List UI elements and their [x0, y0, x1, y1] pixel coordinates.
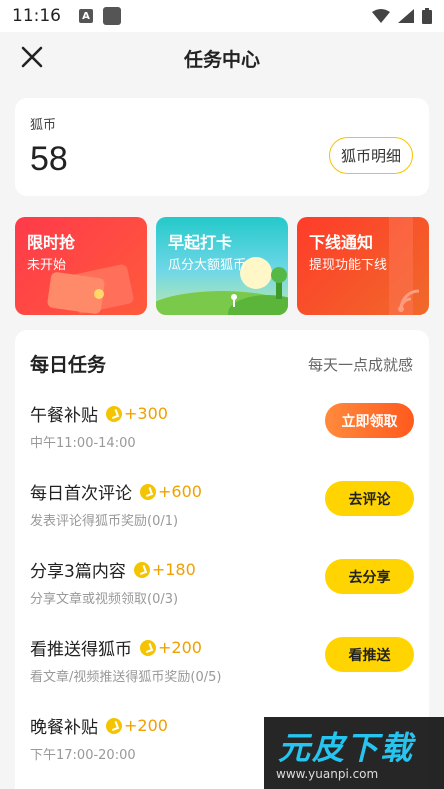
status-bar: 11:16 A	[0, 0, 444, 32]
wifi-icon	[372, 9, 390, 23]
go-share-button[interactable]: 去分享	[325, 559, 414, 594]
banner-title: 下线通知	[309, 233, 374, 252]
task-description: 中午11:00-14:00	[30, 436, 136, 451]
status-time: 11:16	[12, 6, 61, 26]
coin-balance-card: 狐币 58 狐币明细	[15, 98, 429, 196]
task-description: 看文章/视频推送得狐币奖励(0/5)	[30, 670, 222, 685]
task-row: 午餐补贴 +300 中午11:00-14:00 立即领取	[15, 401, 429, 463]
daily-tasks-hint: 每天一点成就感	[307, 356, 413, 374]
site-watermark: 元皮下载 www.yuanpi.com	[264, 717, 444, 789]
coin-icon	[140, 483, 156, 500]
task-name: 每日首次评论	[30, 484, 132, 504]
notification-a-icon: A	[79, 9, 93, 23]
watermark-logo-text: 元皮下载	[278, 729, 415, 767]
banner-subtitle: 提现功能下线	[309, 258, 388, 273]
daily-tasks-title: 每日任务	[30, 354, 107, 376]
banner-title: 早起打卡	[168, 233, 233, 252]
signal-icon	[398, 9, 414, 23]
banner-flash-sale[interactable]: 限时抢 未开始	[15, 217, 147, 315]
coin-icon	[106, 405, 122, 422]
coin-icon	[133, 561, 150, 578]
banner-offline-notice[interactable]: 下线通知 提现功能下线	[297, 217, 429, 315]
task-row: 每日首次评论 +600 发表评论得狐币奖励(0/1) 去评论	[15, 479, 429, 541]
task-reward: +180	[151, 560, 196, 579]
task-description: 分享文章或视频领取(0/3)	[30, 592, 179, 607]
task-row: 分享3篇内容 +180 分享文章或视频领取(0/3) 去分享	[15, 557, 429, 619]
task-description: 发表评论得狐币奖励(0/1)	[30, 514, 179, 529]
coin-label: 狐币	[30, 118, 57, 133]
task-reward: +200	[124, 716, 168, 735]
banner-title: 限时抢	[27, 233, 76, 252]
task-name: 看推送得狐币	[30, 640, 132, 660]
banner-subtitle: 未开始	[27, 258, 67, 273]
task-description: 下午17:00-20:00	[30, 748, 136, 763]
claim-now-button[interactable]: 立即领取	[325, 403, 414, 438]
task-reward: +600	[158, 482, 202, 501]
task-reward: +200	[158, 638, 202, 657]
task-row: 看推送得狐币 +200 看文章/视频推送得狐币奖励(0/5) 看推送	[15, 635, 429, 697]
watermark-url: www.yuanpi.com	[276, 767, 379, 781]
task-name: 午餐补贴	[30, 406, 98, 426]
coin-detail-button[interactable]: 狐币明细	[329, 137, 413, 174]
close-icon[interactable]	[18, 43, 46, 71]
notification-square-icon	[103, 7, 121, 25]
coin-balance: 58	[30, 140, 68, 178]
view-push-button[interactable]: 看推送	[325, 637, 414, 672]
coin-icon	[106, 717, 122, 734]
task-name: 分享3篇内容	[30, 562, 126, 582]
go-comment-button[interactable]: 去评论	[325, 481, 414, 516]
page-title: 任务中心	[183, 48, 260, 71]
battery-icon	[422, 8, 432, 24]
banner-subtitle: 瓜分大额狐币	[168, 258, 247, 273]
coin-icon	[140, 639, 156, 656]
task-reward: +300	[124, 404, 168, 423]
banner-early-checkin[interactable]: 早起打卡 瓜分大额狐币	[156, 217, 288, 315]
nav-bar: 任务中心	[0, 32, 444, 84]
task-name: 晚餐补贴	[30, 718, 98, 738]
